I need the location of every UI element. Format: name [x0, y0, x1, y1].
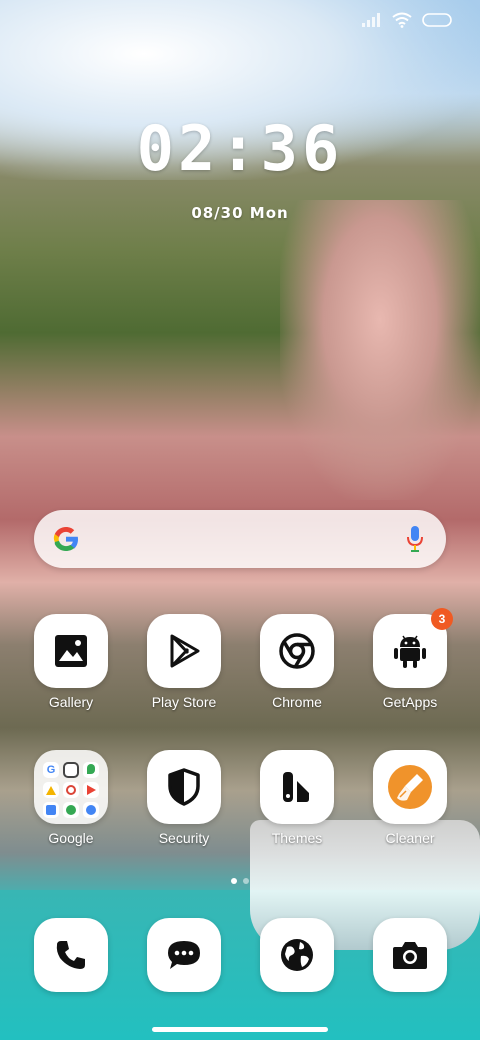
battery-icon: [422, 13, 452, 27]
dock-camera[interactable]: [360, 918, 460, 992]
page-indicator: [0, 878, 480, 884]
app-gallery[interactable]: Gallery: [21, 614, 121, 710]
dock-browser[interactable]: [247, 918, 347, 992]
notification-badge: 3: [431, 608, 453, 630]
app-themes[interactable]: Themes: [247, 750, 347, 846]
themes-icon[interactable]: [260, 750, 334, 824]
gallery-icon[interactable]: [34, 614, 108, 688]
app-play-store[interactable]: Play Store: [134, 614, 234, 710]
app-label: Themes: [271, 830, 323, 846]
camera-icon[interactable]: [373, 918, 447, 992]
google-search-bar[interactable]: [34, 510, 446, 568]
app-label: Gallery: [48, 694, 94, 710]
messages-icon[interactable]: [147, 918, 221, 992]
shield-icon[interactable]: [147, 750, 221, 824]
clock-date[interactable]: 08/30 Mon: [0, 204, 480, 222]
chrome-icon[interactable]: [260, 614, 334, 688]
brush-icon[interactable]: [373, 750, 447, 824]
phone-icon[interactable]: [34, 918, 108, 992]
android-icon[interactable]: 3: [373, 608, 453, 688]
clock-time[interactable]: 02:36: [0, 112, 480, 185]
play-store-icon[interactable]: [147, 614, 221, 688]
folder-icon[interactable]: G: [34, 750, 108, 824]
status-bar: [0, 0, 480, 44]
wifi-icon: [392, 12, 412, 28]
wallpaper-cliff: [280, 200, 480, 500]
app-getapps[interactable]: 3 GetApps: [360, 608, 460, 710]
mic-icon[interactable]: [406, 525, 424, 553]
app-label: Chrome: [272, 694, 322, 710]
app-folder-google[interactable]: G Google: [21, 750, 121, 846]
app-label: Google: [48, 830, 94, 846]
app-cleaner[interactable]: Cleaner: [360, 750, 460, 846]
browser-icon[interactable]: [260, 918, 334, 992]
page-dot[interactable]: [243, 878, 249, 884]
app-label: Play Store: [151, 694, 217, 710]
app-chrome[interactable]: Chrome: [247, 614, 347, 710]
app-label: Security: [158, 830, 210, 846]
page-dot[interactable]: [231, 878, 237, 884]
google-logo: [53, 527, 78, 551]
home-indicator[interactable]: [152, 1027, 328, 1032]
signal-icon: [362, 13, 380, 27]
app-label: GetApps: [382, 694, 438, 710]
app-label: Cleaner: [385, 830, 435, 846]
dock-phone[interactable]: [21, 918, 121, 992]
dock-messages[interactable]: [134, 918, 234, 992]
app-security[interactable]: Security: [134, 750, 234, 846]
